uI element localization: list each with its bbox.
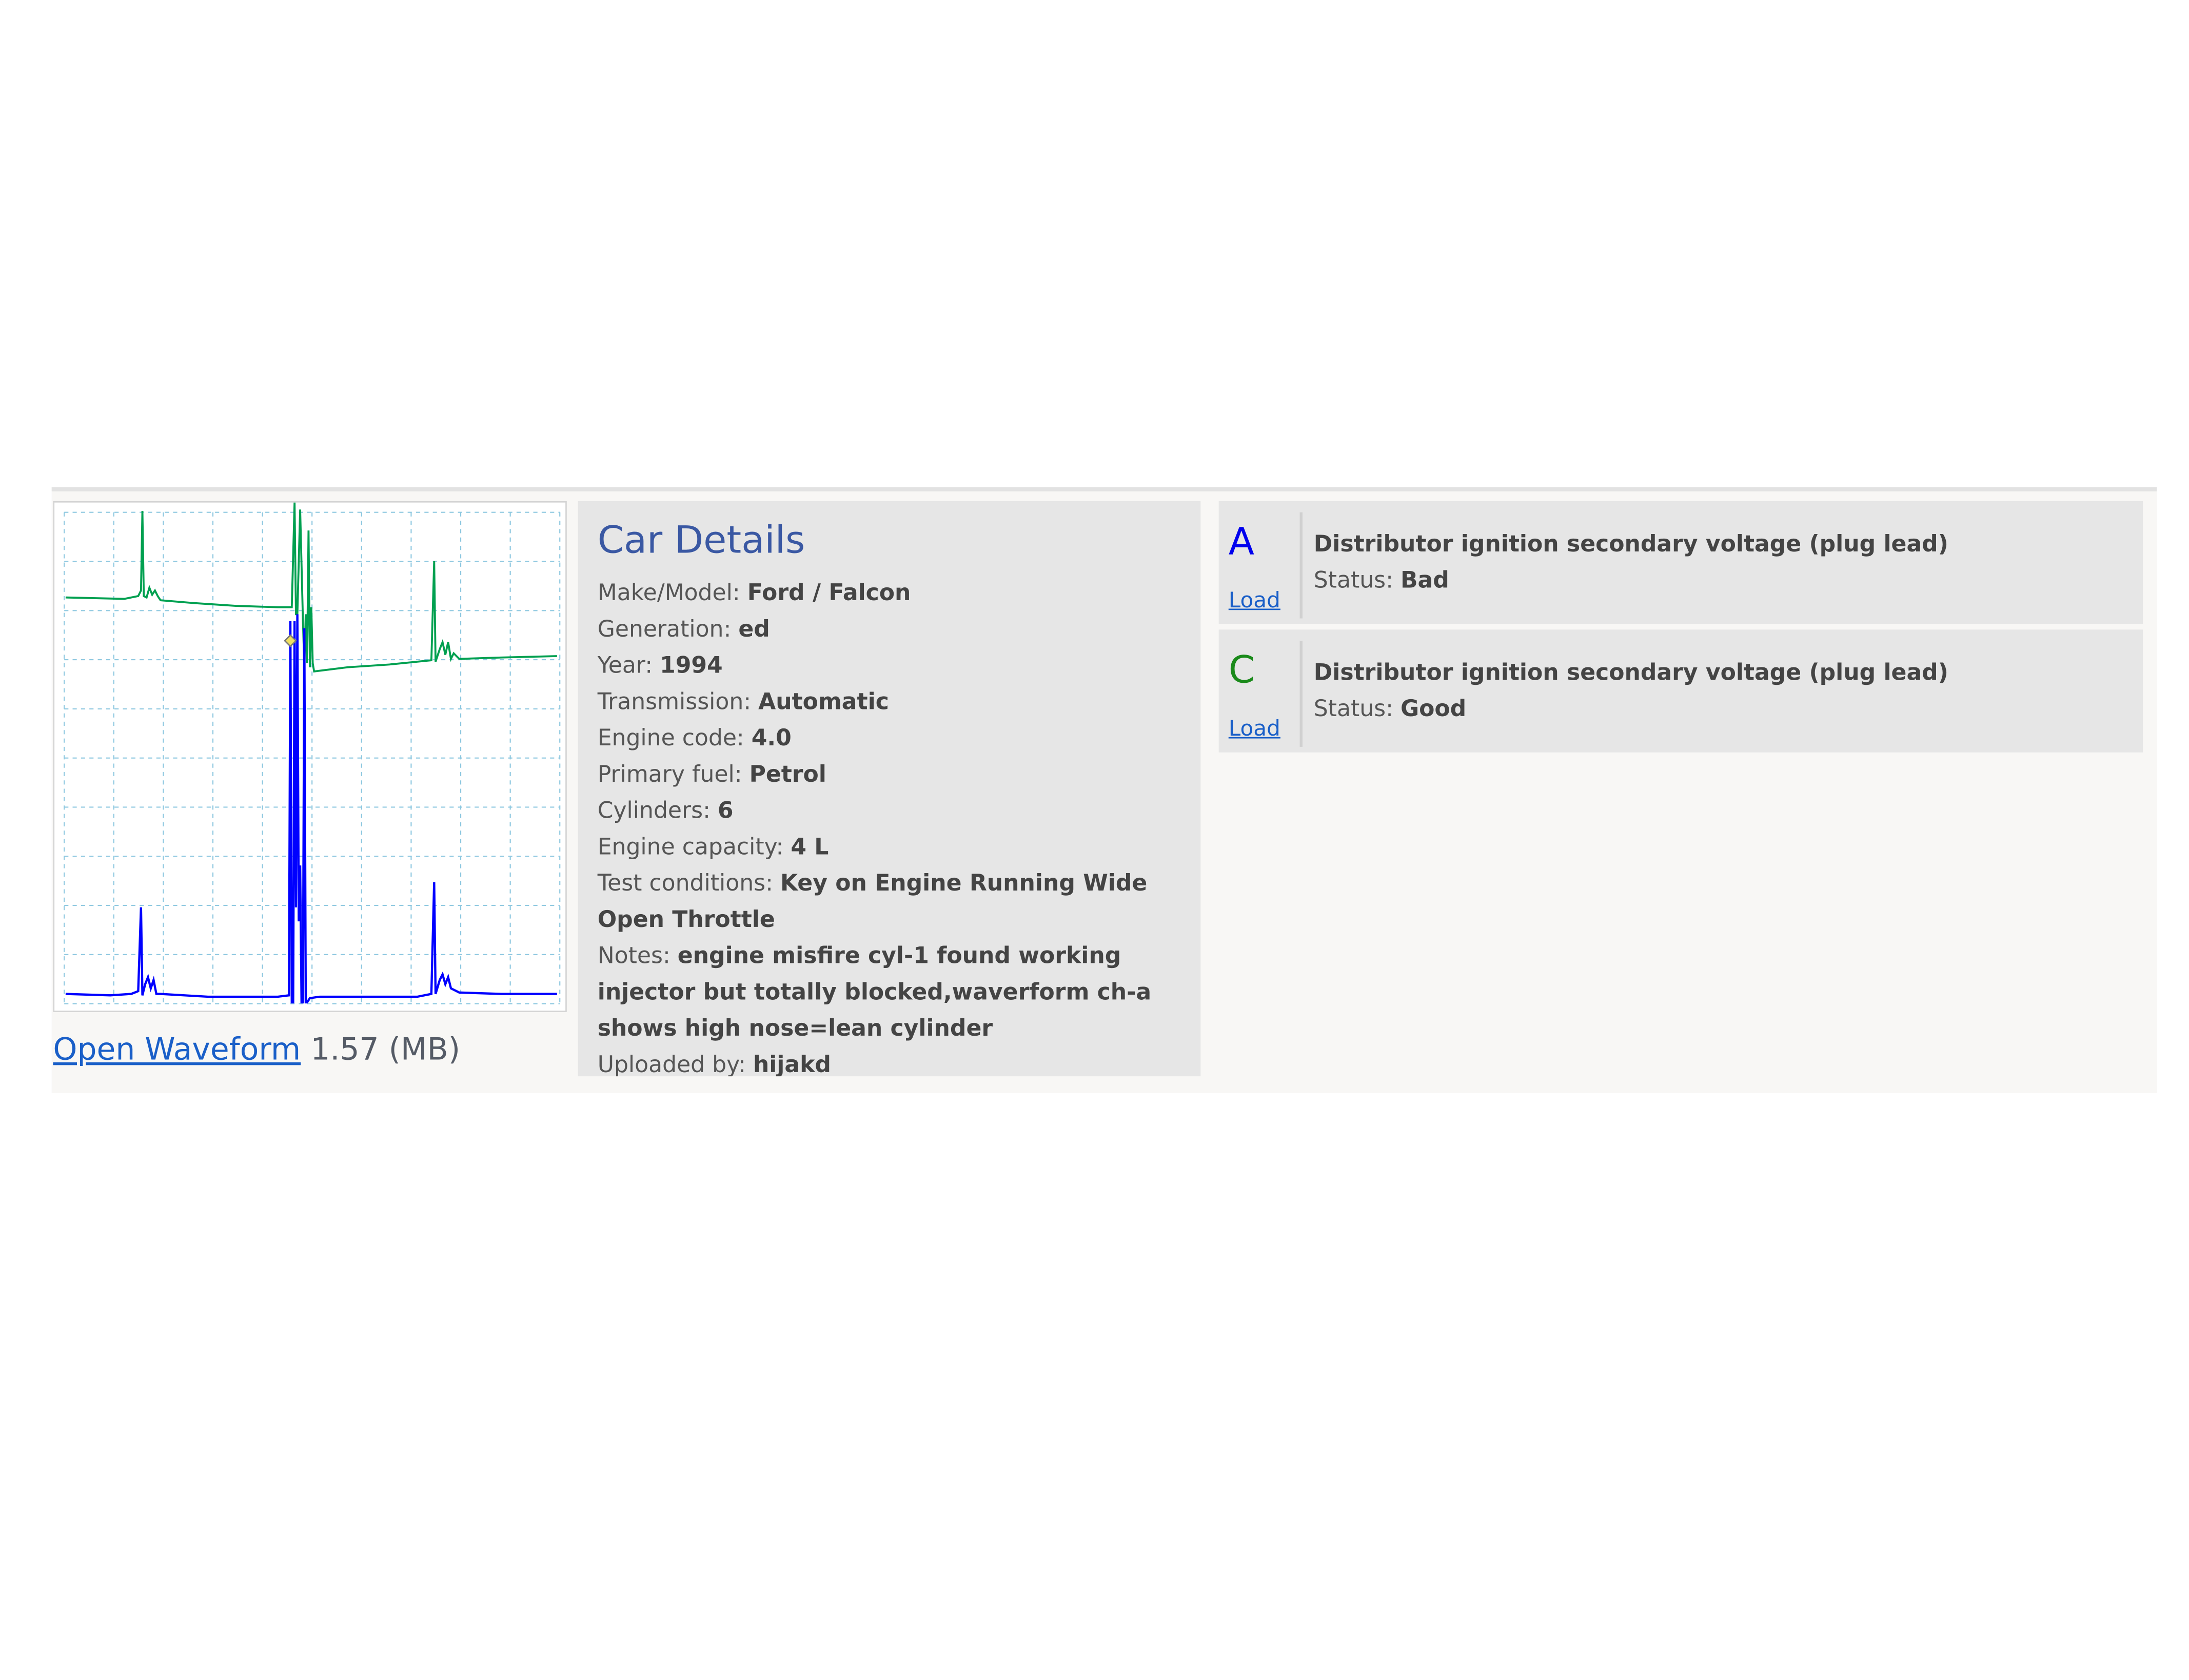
waveform-graph (64, 502, 561, 1004)
channel-result-a: A Load Distributor ignition secondary vo… (1218, 501, 2143, 624)
status-label: Status: (1313, 566, 1401, 594)
file-size: 1.57 (MB) (310, 1033, 461, 1068)
detail-row-generation: Generation: ed (598, 611, 1190, 648)
detail-value: Petrol (749, 761, 826, 787)
detail-row-transmission: Transmission: Automatic (598, 684, 1190, 720)
detail-row-year: Year: 1994 (598, 648, 1190, 684)
channel-letter: C (1228, 649, 1255, 693)
detail-row-engine-code: Engine code: 4.0 (598, 720, 1190, 757)
car-details-card: Car Details Make/Model: Ford / Falcon Ge… (578, 501, 1201, 1077)
detail-label: Notes: (597, 942, 678, 969)
detail-row-uploaded-by: Uploaded by: hijakd (598, 1047, 1190, 1076)
detail-row-test-conditions: Test conditions: Key on Engine Running W… (598, 865, 1190, 938)
detail-row-make-model: Make/Model: Ford / Falcon (598, 575, 1190, 611)
car-details-heading: Car Details (597, 519, 805, 563)
status-label: Status: (1313, 695, 1401, 722)
page-stage: Open Waveform 1.57 (MB) Car Details Make… (0, 0, 2189, 1679)
detail-value: hijakd (753, 1051, 831, 1077)
detail-value: 4 L (791, 833, 829, 860)
waveform-thumbnail[interactable] (53, 501, 567, 1012)
detail-label: Cylinders: (597, 797, 718, 824)
status-value: Bad (1400, 566, 1449, 594)
detail-label: Transmission: (597, 688, 759, 715)
detail-label: Engine capacity: (597, 833, 791, 860)
detail-label: Uploaded by: (597, 1051, 753, 1077)
detail-row-notes: Notes: engine misfire cyl-1 found workin… (598, 938, 1190, 1047)
load-link[interactable]: Load (1229, 714, 1280, 744)
detail-label: Primary fuel: (597, 761, 750, 787)
detail-value: Automatic (758, 688, 889, 715)
divider (1299, 512, 1303, 619)
detail-row-engine-capacity: Engine capacity: 4 L (598, 829, 1190, 865)
channel-a-trace (65, 614, 557, 1004)
load-link[interactable]: Load (1229, 585, 1280, 616)
test-status: Status: Bad (1314, 564, 1449, 597)
detail-value: 1994 (660, 651, 723, 679)
open-waveform-link[interactable]: Open Waveform (53, 1033, 301, 1068)
detail-label: Generation: (597, 616, 739, 642)
detail-label: Year: (597, 651, 660, 679)
waveform-grid (64, 511, 561, 1004)
detail-value: 6 (717, 797, 734, 824)
channel-c-trace (65, 502, 557, 673)
open-waveform-row: Open Waveform 1.57 (MB) (53, 1027, 460, 1075)
channel-result-c: C Load Distributor ignition secondary vo… (1218, 629, 2143, 753)
detail-value: Ford / Falcon (747, 579, 911, 606)
detail-label: Test conditions: (597, 869, 780, 897)
detail-label: Engine code: (597, 724, 752, 752)
detail-value: engine misfire cyl-1 found working injec… (597, 942, 1152, 1042)
test-status: Status: Good (1314, 693, 1466, 726)
test-title: Distributor ignition secondary voltage (… (1313, 530, 1948, 557)
divider (1299, 641, 1303, 747)
channel-letter: A (1228, 521, 1255, 564)
detail-row-cylinders: Cylinders: 6 (598, 793, 1190, 829)
test-title: Distributor ignition secondary voltage (… (1313, 659, 1948, 686)
detail-row-primary-fuel: Primary fuel: Petrol (598, 757, 1190, 793)
status-value: Good (1400, 695, 1467, 722)
detail-label: Make/Model: (597, 579, 747, 606)
detail-value: 4.0 (751, 724, 792, 752)
detail-value: ed (738, 616, 770, 642)
